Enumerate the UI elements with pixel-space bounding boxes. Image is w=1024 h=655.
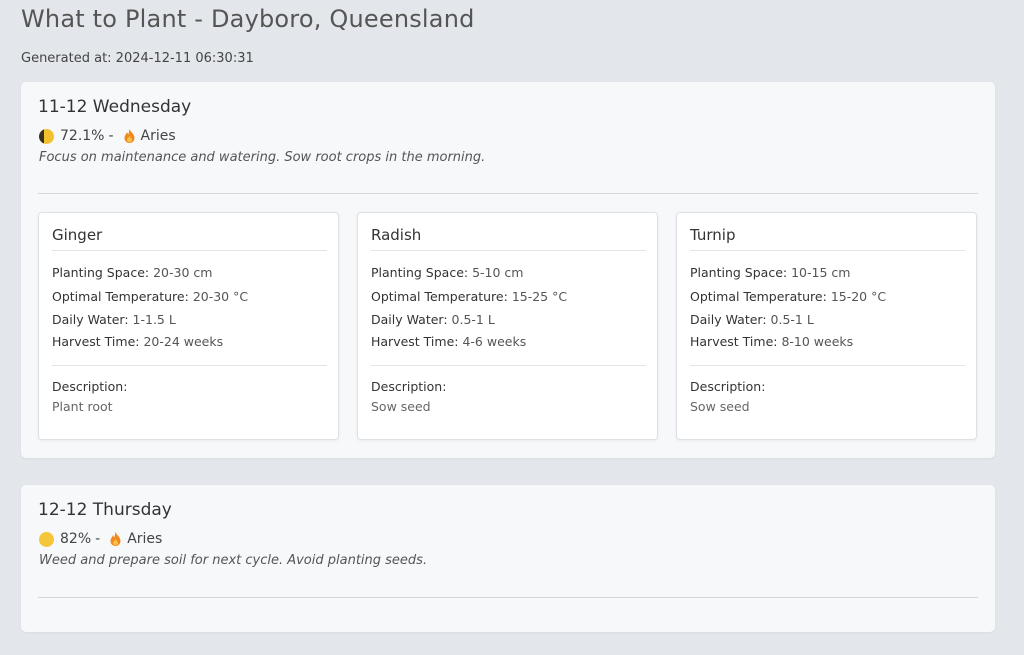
day-advice: Focus on maintenance and watering. Sow r… bbox=[39, 150, 486, 165]
plant-name: Ginger bbox=[52, 226, 103, 244]
description-label: Description: bbox=[690, 379, 766, 394]
planting-space-value: 5-10 cm bbox=[472, 265, 524, 280]
divider bbox=[52, 365, 327, 366]
planting-space-label: Planting Space: bbox=[52, 265, 150, 280]
planting-space: Planting Space: 5-10 cm bbox=[371, 265, 524, 280]
moon-illumination: 72.1% bbox=[60, 128, 105, 144]
optimal-temperature: Optimal Temperature: 15-20 °C bbox=[690, 289, 886, 304]
daily-water-label: Daily Water: bbox=[371, 312, 448, 327]
daily-water: Daily Water: 0.5-1 L bbox=[690, 312, 814, 327]
divider bbox=[38, 193, 978, 194]
optimal-temperature-value: 15-20 °C bbox=[830, 289, 887, 304]
description-text: Sow seed bbox=[690, 399, 750, 414]
planting-space-value: 20-30 cm bbox=[153, 265, 213, 280]
divider bbox=[371, 250, 646, 251]
zodiac-sign: Aries bbox=[127, 531, 163, 547]
harvest-time: Harvest Time: 8-10 weeks bbox=[690, 334, 853, 349]
optimal-temperature-value: 15-25 °C bbox=[511, 289, 568, 304]
plant-card-radish: Radish Planting Space: 5-10 cm Optimal T… bbox=[357, 212, 658, 440]
divider bbox=[690, 365, 965, 366]
moon-illumination: 82% bbox=[60, 531, 92, 547]
planting-space-label: Planting Space: bbox=[690, 265, 788, 280]
daily-water-value: 1-1.5 L bbox=[132, 312, 176, 327]
day-advice: Weed and prepare soil for next cycle. Av… bbox=[39, 553, 428, 568]
optimal-temperature: Optimal Temperature: 15-25 °C bbox=[371, 289, 567, 304]
harvest-time-label: Harvest Time: bbox=[52, 334, 140, 349]
harvest-time-label: Harvest Time: bbox=[371, 334, 459, 349]
divider bbox=[371, 365, 646, 366]
full-moon-icon bbox=[39, 531, 54, 547]
harvest-time-value: 8-10 weeks bbox=[781, 334, 854, 349]
plant-name: Radish bbox=[371, 226, 422, 244]
divider bbox=[52, 250, 327, 251]
fire-icon bbox=[124, 129, 135, 143]
plant-card-turnip: Turnip Planting Space: 10-15 cm Optimal … bbox=[676, 212, 977, 440]
plant-name: Turnip bbox=[690, 226, 736, 244]
divider bbox=[38, 597, 978, 598]
daily-water: Daily Water: 0.5-1 L bbox=[371, 312, 495, 327]
plant-card-ginger: Ginger Planting Space: 20-30 cm Optimal … bbox=[38, 212, 339, 440]
harvest-time: Harvest Time: 20-24 weeks bbox=[52, 334, 223, 349]
description-text: Plant root bbox=[52, 399, 113, 414]
harvest-time-value: 4-6 weeks bbox=[462, 334, 527, 349]
description-text: Sow seed bbox=[371, 399, 431, 414]
optimal-temperature: Optimal Temperature: 20-30 °C bbox=[52, 289, 248, 304]
optimal-temperature-label: Optimal Temperature: bbox=[52, 289, 189, 304]
description-label: Description: bbox=[52, 379, 128, 394]
waxing-gibbous-moon-icon bbox=[39, 128, 54, 144]
moon-info: 72.1% - Aries bbox=[39, 127, 176, 145]
day-date: 12-12 Thursday bbox=[38, 500, 172, 520]
harvest-time: Harvest Time: 4-6 weeks bbox=[371, 334, 526, 349]
zodiac-sign: Aries bbox=[140, 128, 176, 144]
harvest-time-value: 20-24 weeks bbox=[143, 334, 224, 349]
daily-water: Daily Water: 1-1.5 L bbox=[52, 312, 176, 327]
planting-space: Planting Space: 20-30 cm bbox=[52, 265, 212, 280]
daily-water-value: 0.5-1 L bbox=[770, 312, 814, 327]
daily-water-value: 0.5-1 L bbox=[451, 312, 495, 327]
generated-timestamp: Generated at: 2024-12-11 06:30:31 bbox=[21, 51, 254, 66]
planting-space: Planting Space: 10-15 cm bbox=[690, 265, 850, 280]
fire-icon bbox=[110, 532, 121, 546]
day-card: 11-12 Wednesday 72.1% - Aries Focus on m… bbox=[21, 82, 995, 458]
moon-info: 82% - Aries bbox=[39, 530, 162, 548]
day-card: 12-12 Thursday 82% - Aries Weed and prep… bbox=[21, 485, 995, 632]
planting-space-label: Planting Space: bbox=[371, 265, 469, 280]
separator: - bbox=[108, 128, 114, 144]
optimal-temperature-label: Optimal Temperature: bbox=[690, 289, 827, 304]
optimal-temperature-value: 20-30 °C bbox=[192, 289, 249, 304]
description-label: Description: bbox=[371, 379, 447, 394]
daily-water-label: Daily Water: bbox=[52, 312, 129, 327]
page-title: What to Plant - Dayboro, Queensland bbox=[21, 5, 475, 33]
harvest-time-label: Harvest Time: bbox=[690, 334, 778, 349]
separator: - bbox=[95, 531, 101, 547]
optimal-temperature-label: Optimal Temperature: bbox=[371, 289, 508, 304]
daily-water-label: Daily Water: bbox=[690, 312, 767, 327]
planting-space-value: 10-15 cm bbox=[791, 265, 851, 280]
divider bbox=[690, 250, 965, 251]
day-date: 11-12 Wednesday bbox=[38, 97, 192, 117]
